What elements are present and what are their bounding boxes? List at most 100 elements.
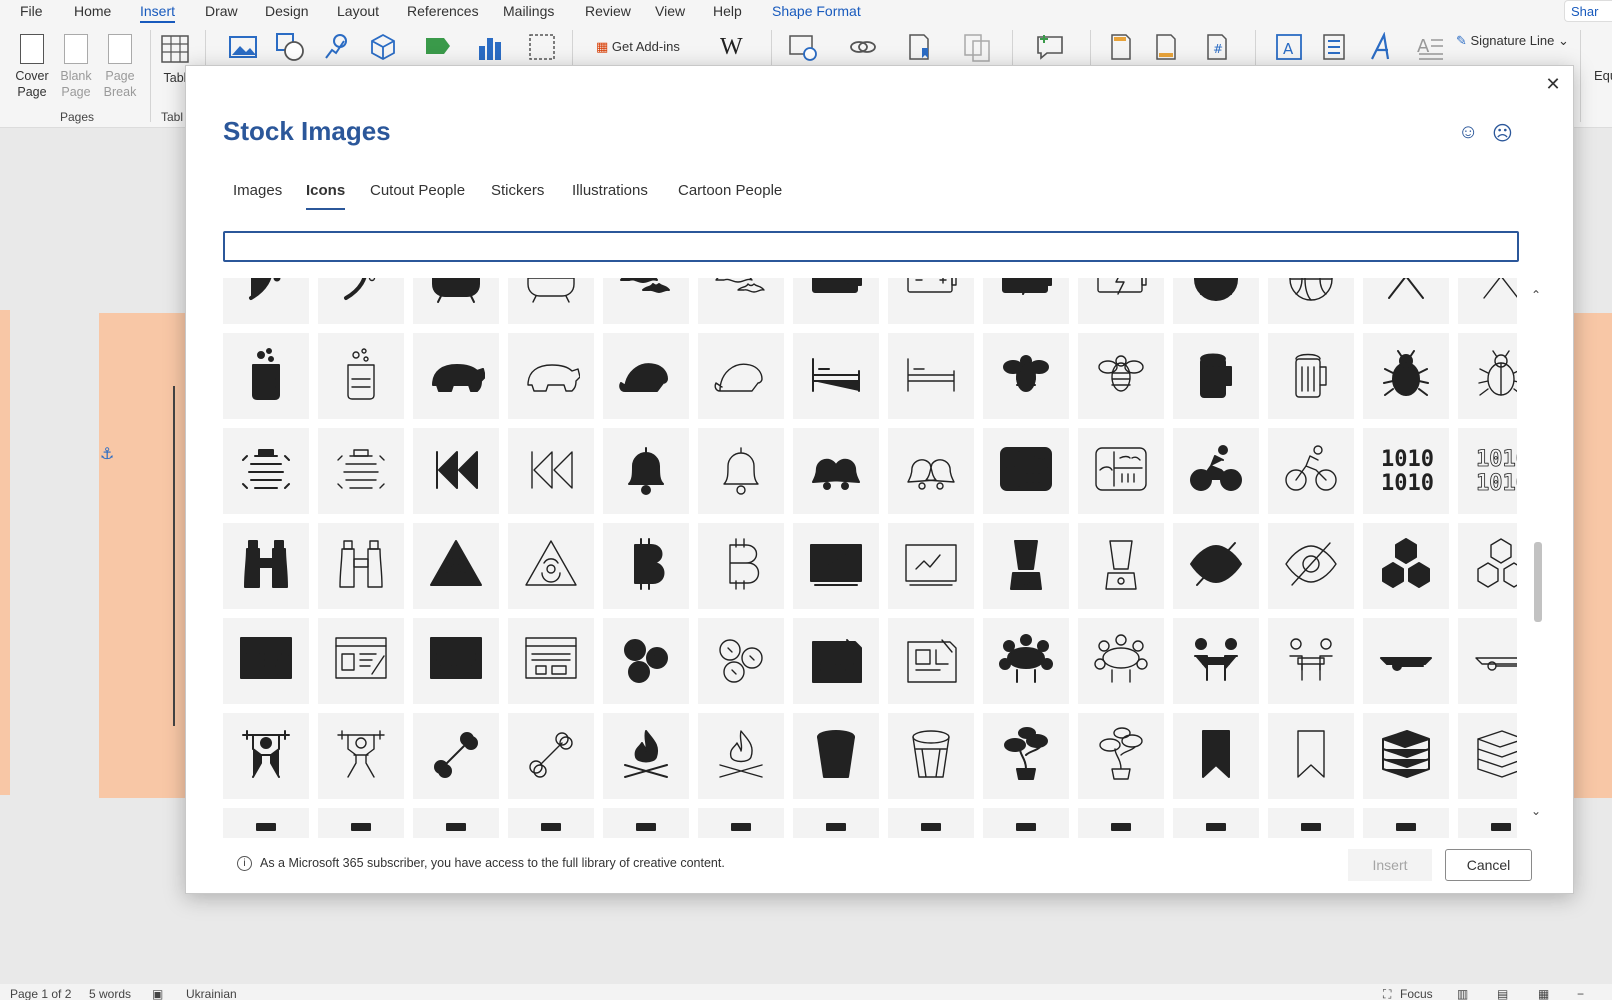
icon-tile-bee[interactable]	[983, 333, 1069, 419]
page-number-icon[interactable]: #	[1202, 32, 1232, 62]
icon-tile-beaver-outline[interactable]	[698, 333, 784, 419]
icon-tile-basketball-outline[interactable]	[1268, 278, 1354, 324]
icon-tile-beaker-outline[interactable]	[318, 333, 404, 419]
online-video-icon[interactable]	[788, 32, 818, 62]
tab-images[interactable]: Images	[233, 182, 282, 199]
icon-tile-partial[interactable]	[318, 808, 404, 838]
icon-tile-battery[interactable]	[793, 278, 879, 324]
icon-tile-partial[interactable]	[793, 808, 879, 838]
icon-tile-bee-outline[interactable]	[1078, 333, 1164, 419]
icon-tile-web-page-outline[interactable]	[508, 618, 594, 704]
bookmark-ribbon-icon[interactable]	[904, 32, 934, 62]
icon-tile-bento-box-outline[interactable]	[1078, 428, 1164, 514]
page-break-button[interactable]: Page Break	[98, 28, 142, 100]
icon-tile-boardroom[interactable]	[983, 618, 1069, 704]
shapes-icon[interactable]	[275, 32, 305, 62]
icon-tile-partial[interactable]	[983, 808, 1069, 838]
tab-help[interactable]: Help	[713, 3, 742, 19]
language-indicator[interactable]: Ukrainian	[186, 987, 237, 1000]
icon-tile-bathtub-outline[interactable]	[508, 278, 594, 324]
icon-tile-hidden-eye-outline[interactable]	[1268, 523, 1354, 609]
icon-tile-cyclist[interactable]	[1173, 428, 1259, 514]
tab-review[interactable]: Review	[585, 3, 631, 19]
smartart-icon[interactable]	[423, 32, 453, 62]
cancel-button[interactable]: Cancel	[1445, 849, 1532, 881]
close-button[interactable]: ✕	[1541, 72, 1565, 96]
tab-stickers[interactable]: Stickers	[491, 182, 544, 199]
icon-tile-axes[interactable]	[1363, 278, 1449, 324]
icon-tile-bells-outline[interactable]	[888, 428, 974, 514]
icon-tile-battery-charging[interactable]	[983, 278, 1069, 324]
comment-icon[interactable]	[1035, 32, 1065, 62]
icon-tile-basketball[interactable]	[1173, 278, 1259, 324]
icon-tile-hidden-eye[interactable]	[1173, 523, 1259, 609]
icon-tile-beehive-outline[interactable]	[318, 428, 404, 514]
icon-tile-bear-outline[interactable]	[508, 333, 594, 419]
header-icon[interactable]	[1106, 32, 1136, 62]
web-layout-icon[interactable]: ▦	[1538, 987, 1549, 1000]
proofing-icon[interactable]: ▣	[152, 987, 163, 1000]
tab-icons[interactable]: Icons	[306, 182, 346, 210]
icon-tile-blackboard-outline[interactable]	[888, 523, 974, 609]
icon-tile-blackboard[interactable]	[793, 523, 879, 609]
screenshot-icon[interactable]	[527, 32, 557, 62]
print-layout-icon[interactable]: ▤	[1497, 987, 1508, 1000]
icon-tile-partial[interactable]	[698, 808, 784, 838]
wordart-icon[interactable]	[1368, 32, 1398, 62]
tab-mailings[interactable]: Mailings	[503, 3, 554, 19]
icon-tile-bongo-drum-outline[interactable]	[888, 713, 974, 799]
icon-tile-blender-outline[interactable]	[1078, 523, 1164, 609]
icon-tile-bed[interactable]	[793, 333, 879, 419]
equation-button[interactable]: Equ	[1594, 68, 1612, 83]
icon-tile-blog-outline[interactable]	[318, 618, 404, 704]
icon-tile-rewind-outline[interactable]	[508, 428, 594, 514]
icon-tile-partial[interactable]	[413, 808, 499, 838]
icon-tile-bell[interactable]	[603, 428, 689, 514]
icon-tile-bitcoin[interactable]	[603, 523, 689, 609]
scrollbar-thumb[interactable]	[1534, 542, 1542, 622]
icon-tile-binoculars[interactable]	[223, 523, 309, 609]
icon-tile-bodybuilder-outline[interactable]	[318, 713, 404, 799]
icon-tile-bats[interactable]	[603, 278, 689, 324]
quick-parts-icon[interactable]	[1319, 32, 1349, 62]
drop-cap-icon[interactable]: A	[1415, 32, 1445, 62]
icon-tile-battery-outline[interactable]	[888, 278, 974, 324]
icon-tile-bookmark-outline[interactable]	[1268, 713, 1354, 799]
icon-tile-binary-outline[interactable]: 10101010	[1458, 428, 1517, 514]
icon-tile-blueprint[interactable]	[793, 618, 879, 704]
icon-tile-bitcoin-outline[interactable]	[698, 523, 784, 609]
tab-cutout-people[interactable]: Cutout People	[370, 182, 465, 199]
icon-tile-bathtub[interactable]	[413, 278, 499, 324]
footer-icon[interactable]	[1151, 32, 1181, 62]
icon-tile-partial[interactable]	[603, 808, 689, 838]
icon-tile-blocks[interactable]	[1363, 523, 1449, 609]
search-input[interactable]	[223, 231, 1519, 262]
tab-design[interactable]: Design	[265, 3, 309, 19]
icon-tile-bells[interactable]	[793, 428, 879, 514]
tab-illustrations[interactable]: Illustrations	[572, 182, 648, 199]
tab-layout[interactable]: Layout	[337, 3, 379, 19]
signature-line-button[interactable]: ✎ Signature Line ⌄	[1456, 33, 1569, 49]
icon-tile-beer-outline[interactable]	[1268, 333, 1354, 419]
icon-tile-blog[interactable]	[223, 618, 309, 704]
read-mode-icon[interactable]: ▥	[1457, 987, 1468, 1000]
icon-tile-binary[interactable]: 1010 1010	[1363, 428, 1449, 514]
icon-tile-partial[interactable]	[1458, 808, 1517, 838]
icon-tile-bookmark[interactable]	[1173, 713, 1259, 799]
insert-button[interactable]: Insert	[1348, 849, 1432, 881]
icon-tile-partial[interactable]	[1363, 808, 1449, 838]
icon-tile-bass-clef[interactable]	[223, 278, 309, 324]
icon-tile-bonfire[interactable]	[603, 713, 689, 799]
icon-tile-boardroom-outline[interactable]	[1078, 618, 1164, 704]
text-box-icon[interactable]: A	[1274, 32, 1304, 62]
icon-tile-bonfire-outline[interactable]	[698, 713, 784, 799]
chart-icon[interactable]	[475, 32, 505, 62]
icon-tile-blueberries[interactable]	[603, 618, 689, 704]
share-button[interactable]: Shar	[1564, 0, 1612, 22]
icons-icon[interactable]	[320, 32, 350, 62]
smile-icon[interactable]: ☺	[1458, 121, 1478, 144]
icon-tile-blueberries-outline[interactable]	[698, 618, 784, 704]
icon-tile-web-page[interactable]	[413, 618, 499, 704]
word-count[interactable]: 5 words	[89, 987, 131, 1000]
page-count[interactable]: Page 1 of 2	[10, 987, 71, 1000]
